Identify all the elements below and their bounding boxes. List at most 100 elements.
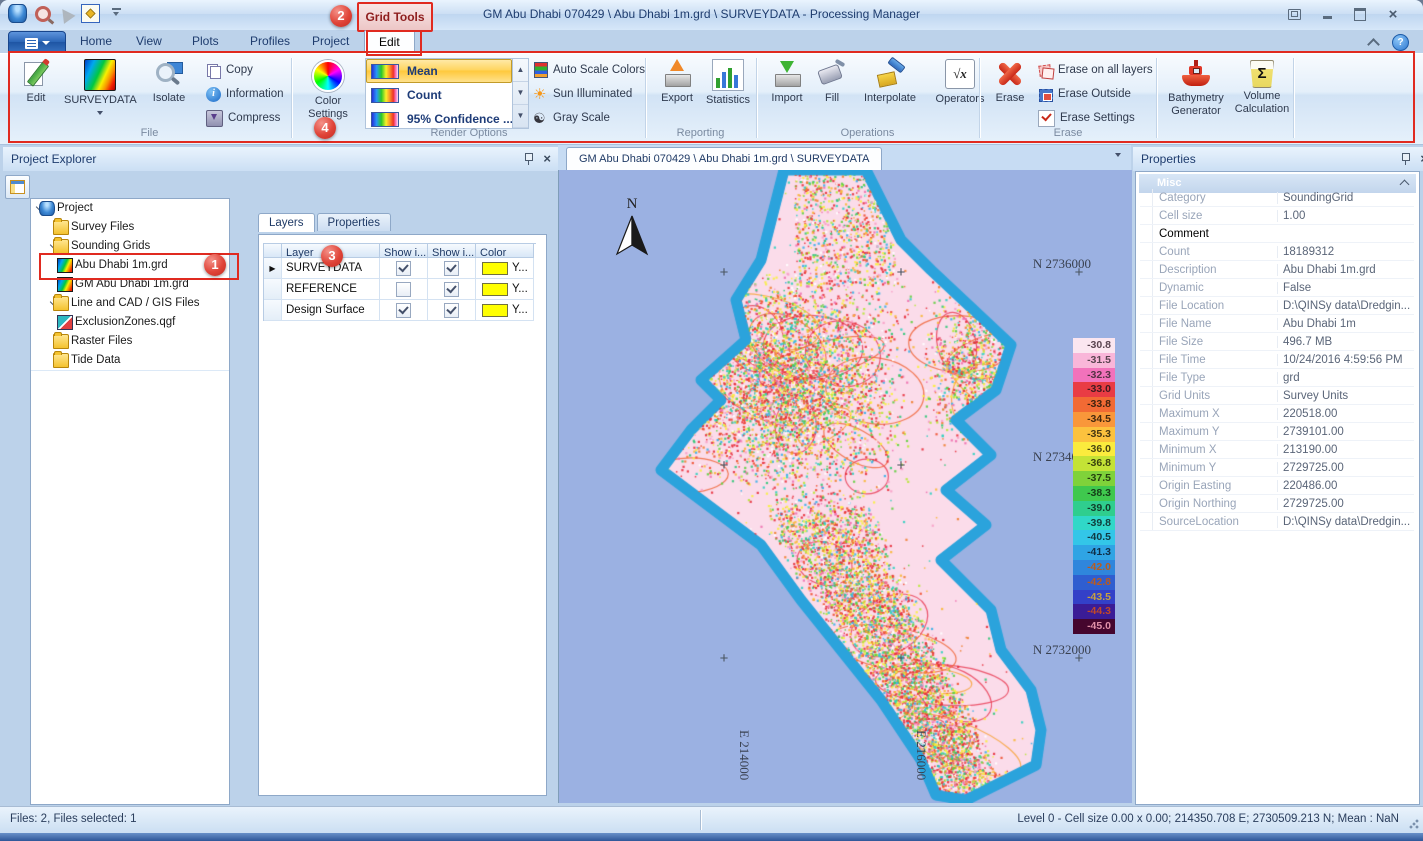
tab-view[interactable]: View	[122, 30, 176, 52]
tree-item-project[interactable]: Project	[31, 199, 229, 219]
erase-settings-button[interactable]: Erase Settings	[1038, 108, 1135, 128]
property-row-maximum-y[interactable]: Maximum Y2739101.00	[1140, 423, 1414, 441]
row-marker-header[interactable]	[264, 244, 282, 258]
replay-icon[interactable]	[35, 6, 51, 22]
property-row-maximum-x[interactable]: Maximum X220518.00	[1140, 405, 1414, 423]
checkbox-checked[interactable]	[396, 261, 411, 276]
layer-row-reference[interactable]: REFERENCEY...	[264, 279, 536, 300]
compress-button[interactable]: Compress	[206, 108, 280, 128]
checkbox-unchecked[interactable]	[396, 282, 411, 297]
information-button[interactable]: iInformation	[206, 84, 284, 104]
checkbox-checked[interactable]	[444, 282, 459, 297]
layer-color-cell[interactable]: Y...	[476, 279, 534, 300]
interpolate-button[interactable]: Interpolate	[853, 58, 927, 122]
property-row-origin-northing[interactable]: Origin Northing2729725.00	[1140, 495, 1414, 513]
project-icon[interactable]	[8, 4, 27, 23]
checkbox-checked[interactable]	[396, 303, 411, 318]
tab-edit[interactable]: Edit	[364, 30, 415, 53]
export-button[interactable]: Export	[654, 58, 700, 122]
property-row-minimum-y[interactable]: Minimum Y2729725.00	[1140, 459, 1414, 477]
erase-outside-button[interactable]: Erase Outside	[1038, 84, 1131, 104]
tab-project[interactable]: Project	[298, 30, 363, 52]
property-row-origin-easting[interactable]: Origin Easting220486.00	[1140, 477, 1414, 495]
layer-row-surveydata[interactable]: ▶SURVEYDATAY...	[264, 258, 536, 279]
close-icon[interactable]: ×	[543, 153, 551, 165]
property-row-sourcelocation[interactable]: SourceLocationD:\QINSy data\Dredgin...	[1140, 513, 1414, 531]
pin-icon[interactable]	[1400, 153, 1410, 165]
gallery-item-count[interactable]: Count	[366, 83, 512, 107]
application-menu-button[interactable]	[8, 31, 66, 55]
operators-button[interactable]: √x Operators	[929, 58, 991, 122]
tree-item-tide-data[interactable]: Tide Data	[31, 351, 229, 371]
map-view[interactable]: +++++++++N 2736000N 2734000N 2732000E 21…	[558, 170, 1132, 803]
property-row-file-size[interactable]: File Size496.7 MB	[1140, 333, 1414, 351]
tree-item-exclusionzones-qgf[interactable]: ExclusionZones.qgf	[31, 313, 229, 333]
gallery-scroll-up[interactable]: ▲	[513, 59, 528, 82]
fill-button[interactable]: Fill	[813, 58, 851, 122]
document-list-dropdown-icon[interactable]	[1115, 153, 1121, 157]
erase-button[interactable]: Erase	[986, 58, 1034, 122]
collapse-ribbon-icon[interactable]	[1367, 38, 1380, 51]
property-row-file-type[interactable]: File Typegrd	[1140, 369, 1414, 387]
gray-scale-toggle[interactable]: ☯Gray Scale	[533, 108, 610, 128]
fullscreen-button[interactable]	[1284, 7, 1304, 22]
gallery-expand[interactable]: ▼	[513, 105, 528, 128]
document-tab[interactable]: GM Abu Dhabi 070429 \ Abu Dhabi 1m.grd \…	[566, 147, 882, 170]
maximize-button[interactable]	[1350, 7, 1370, 22]
property-row-file-name[interactable]: File NameAbu Dhabi 1m	[1140, 315, 1414, 333]
tree-item-gm-abu-dhabi-1m-grd[interactable]: GM Abu Dhabi 1m.grd	[31, 275, 229, 295]
property-row-dynamic[interactable]: DynamicFalse	[1140, 279, 1414, 297]
edit-button[interactable]: Edit	[14, 58, 58, 122]
gallery-item-mean[interactable]: Mean	[366, 59, 512, 83]
column-header-color[interactable]: Color	[476, 244, 534, 258]
color-settings-button[interactable]: Color Settings	[300, 58, 356, 122]
tree-item-survey-files[interactable]: Survey Files	[31, 218, 229, 238]
column-header-show-i[interactable]: Show i...	[380, 244, 428, 258]
auto-scale-colors-toggle[interactable]: Auto Scale Colors	[533, 60, 645, 80]
property-row-count[interactable]: Count18189312	[1140, 243, 1414, 261]
copy-button[interactable]: Copy	[206, 60, 253, 80]
tab-layers[interactable]: Layers	[258, 213, 315, 232]
column-header-show-i[interactable]: Show i...	[428, 244, 476, 258]
property-row-minimum-x[interactable]: Minimum X213190.00	[1140, 441, 1414, 459]
property-row-description[interactable]: DescriptionAbu Dhabi 1m.grd	[1140, 261, 1414, 279]
erase-on-all-layers-button[interactable]: Erase on all layers	[1038, 60, 1153, 80]
checkbox-checked[interactable]	[444, 303, 459, 318]
pin-icon[interactable]	[523, 153, 533, 165]
tab-plots[interactable]: Plots	[178, 30, 233, 52]
contextual-tab-group-grid-tools[interactable]: Grid Tools	[357, 2, 433, 32]
close-button[interactable]: ×	[1383, 7, 1403, 22]
property-row-file-time[interactable]: File Time10/24/2016 4:59:56 PM	[1140, 351, 1414, 369]
tab-layer-properties[interactable]: Properties	[317, 213, 391, 231]
statistics-button[interactable]: Statistics	[702, 58, 754, 122]
tree-item-raster-files[interactable]: Raster Files	[31, 332, 229, 352]
tree-item-abu-dhabi-1m-grd[interactable]: Abu Dhabi 1m.grd	[31, 256, 229, 276]
surveydata-button[interactable]: SURVEYDATA	[64, 58, 136, 122]
sun-illuminated-toggle[interactable]: ☀Sun Illuminated	[533, 84, 632, 104]
minimize-button[interactable]	[1317, 7, 1337, 22]
boundary-icon[interactable]	[81, 4, 100, 23]
gallery-scroll-down[interactable]: ▼	[513, 82, 528, 105]
property-row-grid-units[interactable]: Grid UnitsSurvey Units	[1140, 387, 1414, 405]
layer-row-design-surface[interactable]: Design SurfaceY...	[264, 300, 536, 321]
help-button[interactable]: ?	[1392, 34, 1409, 51]
resize-grip[interactable]	[1408, 818, 1420, 830]
explorer-view-button[interactable]	[5, 175, 30, 199]
tab-home[interactable]: Home	[66, 30, 126, 52]
import-button[interactable]: Import	[763, 58, 811, 122]
property-row-comment[interactable]: Comment	[1140, 225, 1414, 243]
checkbox-checked[interactable]	[444, 261, 459, 276]
property-row-category[interactable]: CategorySoundingGrid	[1140, 189, 1414, 207]
property-row-file-location[interactable]: File LocationD:\QINSy data\Dredgin...	[1140, 297, 1414, 315]
quick-access-dropdown-icon[interactable]	[112, 8, 121, 19]
pointer-icon[interactable]	[57, 5, 76, 24]
layer-color-cell[interactable]: Y...	[476, 300, 534, 321]
isolate-button[interactable]: Isolate	[144, 58, 194, 122]
tab-profiles[interactable]: Profiles	[236, 30, 304, 52]
property-row-cell-size[interactable]: Cell size1.00	[1140, 207, 1414, 225]
tree-item-sounding-grids[interactable]: Sounding Grids	[31, 237, 229, 257]
bathymetry-generator-button[interactable]: Bathymetry Generator	[1163, 58, 1229, 122]
volume-calculation-button[interactable]: Σ Volume Calculation	[1231, 58, 1293, 122]
tree-item-line-and-cad-gis-files[interactable]: Line and CAD / GIS Files	[31, 294, 229, 314]
layer-color-cell[interactable]: Y...	[476, 258, 534, 279]
